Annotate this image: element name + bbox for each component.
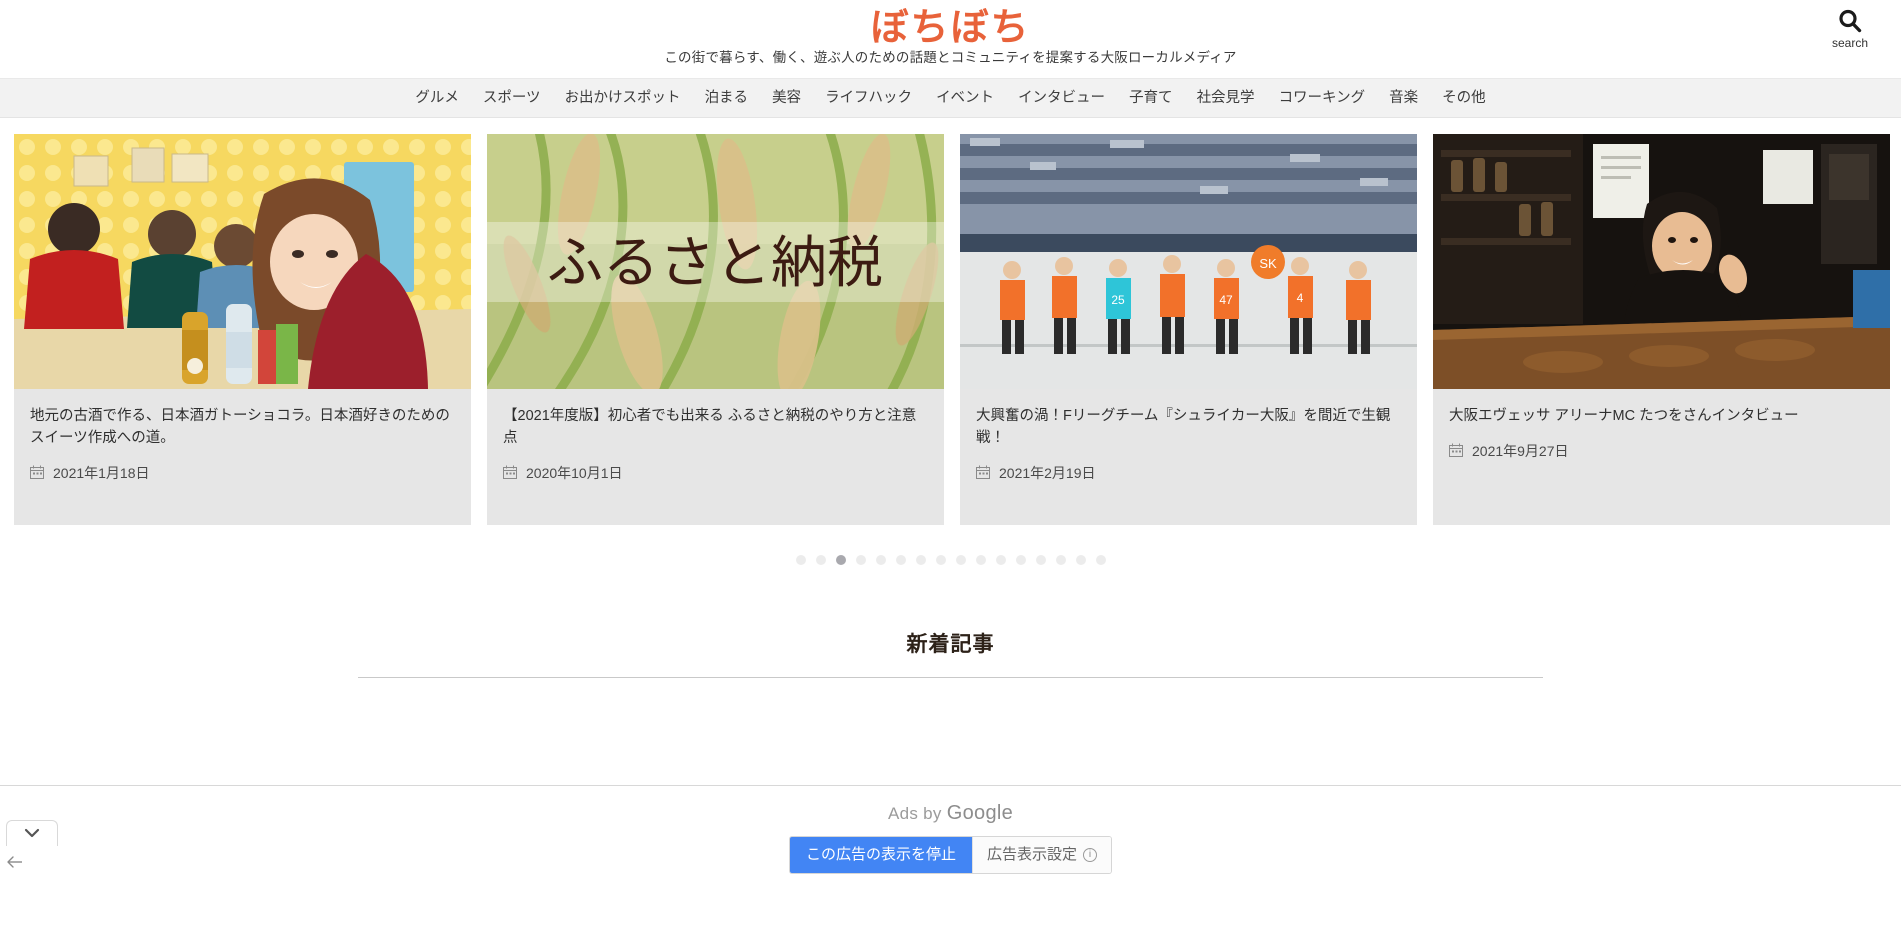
ad-action-buttons: この広告の表示を停止 広告表示設定 i — [789, 837, 1112, 873]
stop-ad-button[interactable]: この広告の表示を停止 — [789, 837, 972, 873]
slide-title[interactable]: 大興奮の渦！Fリーグチーム『シュライカー大阪』を間近で生観戦！ — [976, 405, 1401, 449]
search-icon — [1837, 8, 1863, 34]
google-wordmark: Google — [946, 802, 1014, 824]
ad-settings-label: 広告表示設定 — [987, 846, 1078, 863]
nav-item-sonota[interactable]: その他 — [1430, 79, 1498, 117]
carousel-dot[interactable] — [975, 555, 986, 565]
slide-meta: 2021年9月27日 — [1449, 441, 1874, 461]
slide-meta: 2021年2月19日 — [976, 463, 1401, 483]
nav-item-lifehack[interactable]: ライフハック — [813, 79, 924, 117]
featured-carousel: 地元の古酒で作る、日本酒ガトーショコラ。日本酒好きのためのスイーツ作成への道。 — [0, 118, 1901, 573]
carousel-dot[interactable] — [855, 555, 866, 565]
slide-date: 2021年9月27日 — [1472, 443, 1569, 459]
carousel-dot[interactable] — [935, 555, 946, 565]
slide-image-overlay-text: ふるさと納税 — [547, 233, 883, 295]
nav-item-kosodate[interactable]: 子育て — [1117, 79, 1185, 117]
section-heading: 新着記事 — [906, 633, 995, 656]
nav-item-coworking[interactable]: コワーキング — [1267, 79, 1378, 117]
section-divider — [358, 677, 1543, 678]
nav-item-sports[interactable]: スポーツ — [471, 79, 553, 117]
calendar-icon — [503, 465, 517, 482]
slide-meta: 2021年1月18日 — [30, 463, 455, 483]
slide-body: 【2021年度版】初心者でも出来る ふるさと納税のやり方と注意点 2020年10… — [487, 389, 944, 525]
slide-date: 2020年10月1日 — [526, 465, 623, 481]
slide-meta: 2020年10月1日 — [503, 463, 928, 483]
carousel-slide[interactable]: SK 25 47 4 大興奮の渦！Fリーグチーム『シュライカー大阪』を間近で生観… — [960, 134, 1417, 525]
ads-by-prefix: Ads by — [887, 804, 942, 823]
ads-by-google-label: Ads by Google — [888, 802, 1013, 825]
slide-date: 2021年2月19日 — [999, 465, 1096, 481]
google-ad-overlay: Ads by Google この広告の表示を停止 広告表示設定 i — [0, 785, 1901, 933]
nav-item-tomaru[interactable]: 泊まる — [693, 79, 761, 117]
svg-text:4: 4 — [1297, 291, 1304, 305]
carousel-dot[interactable] — [895, 555, 906, 565]
carousel-dot[interactable] — [1075, 555, 1086, 565]
calendar-icon — [976, 465, 990, 482]
slide-body: 地元の古酒で作る、日本酒ガトーショコラ。日本酒好きのためのスイーツ作成への道。 — [14, 389, 471, 525]
calendar-icon — [30, 465, 44, 482]
carousel-dot[interactable] — [1095, 555, 1106, 565]
slide-thumbnail[interactable] — [14, 134, 471, 389]
ad-settings-button[interactable]: 広告表示設定 i — [972, 837, 1112, 873]
nav-item-biyou[interactable]: 美容 — [760, 79, 813, 117]
svg-text:25: 25 — [1111, 293, 1125, 307]
carousel-dot[interactable] — [1035, 555, 1046, 565]
nav-item-ongaku[interactable]: 音楽 — [1377, 79, 1430, 117]
nav-item-shakaikengaku[interactable]: 社会見学 — [1185, 79, 1267, 117]
carousel-pagination — [0, 525, 1901, 573]
main-navigation: グルメ スポーツ お出かけスポット 泊まる 美容 ライフハック イベント インタ… — [0, 78, 1901, 118]
search-label: search — [1831, 36, 1869, 50]
carousel-dot[interactable] — [955, 555, 966, 565]
slide-thumbnail[interactable]: SK 25 47 4 — [960, 134, 1417, 389]
arrow-left-icon — [6, 855, 24, 874]
slide-title[interactable]: 地元の古酒で作る、日本酒ガトーショコラ。日本酒好きのためのスイーツ作成への道。 — [30, 405, 455, 449]
carousel-track: 地元の古酒で作る、日本酒ガトーショコラ。日本酒好きのためのスイーツ作成への道。 — [0, 134, 1901, 525]
slide-title[interactable]: 大阪エヴェッサ アリーナMC たつをさんインタビュー — [1449, 405, 1874, 427]
carousel-slide[interactable]: 大阪エヴェッサ アリーナMC たつをさんインタビュー 2021年9月27日 — [1433, 134, 1890, 525]
svg-text:SK: SK — [1259, 256, 1277, 271]
calendar-icon — [1449, 443, 1463, 460]
slide-body: 大興奮の渦！Fリーグチーム『シュライカー大阪』を間近で生観戦！ 2021年2月1… — [960, 389, 1417, 525]
back-navigation-arrow[interactable] — [2, 853, 28, 875]
site-logo[interactable]: ぼちぼち — [870, 6, 1030, 48]
page-root: ぼちぼち この街で暮らす、働く、遊ぶ人のための話題とコミュニティを提案する大阪ロ… — [0, 0, 1901, 933]
search-button[interactable]: search — [1821, 8, 1879, 50]
info-icon: i — [1083, 848, 1098, 862]
site-tagline: この街で暮らす、働く、遊ぶ人のための話題とコミュニティを提案する大阪ローカルメデ… — [664, 50, 1237, 65]
latest-articles-section: 新着記事 — [0, 573, 1901, 678]
expand-panel-tab[interactable] — [6, 820, 58, 846]
carousel-dot[interactable] — [795, 555, 806, 565]
chevron-down-icon — [24, 825, 40, 843]
site-header: ぼちぼち この街で暮らす、働く、遊ぶ人のための話題とコミュニティを提案する大阪ロ… — [0, 0, 1901, 78]
svg-text:47: 47 — [1219, 293, 1233, 307]
carousel-dot[interactable] — [995, 555, 1006, 565]
carousel-dot[interactable] — [915, 555, 926, 565]
slide-title[interactable]: 【2021年度版】初心者でも出来る ふるさと納税のやり方と注意点 — [503, 405, 928, 449]
nav-item-odekake[interactable]: お出かけスポット — [553, 79, 693, 117]
slide-body: 大阪エヴェッサ アリーナMC たつをさんインタビュー 2021年9月27日 — [1433, 389, 1890, 525]
carousel-dot[interactable] — [1015, 555, 1026, 565]
ad-overlay-inner: Ads by Google この広告の表示を停止 広告表示設定 i — [0, 786, 1901, 873]
carousel-dot[interactable] — [815, 555, 826, 565]
nav-item-interview[interactable]: インタビュー — [1006, 79, 1117, 117]
slide-thumbnail[interactable] — [1433, 134, 1890, 389]
carousel-slide[interactable]: 地元の古酒で作る、日本酒ガトーショコラ。日本酒好きのためのスイーツ作成への道。 — [14, 134, 471, 525]
carousel-slide[interactable]: ふるさと納税 【2021年度版】初心者でも出来る ふるさと納税のやり方と注意点 — [487, 134, 944, 525]
slide-thumbnail[interactable]: ふるさと納税 — [487, 134, 944, 389]
carousel-dot[interactable] — [835, 555, 846, 565]
carousel-dot[interactable] — [1055, 555, 1066, 565]
carousel-dot[interactable] — [875, 555, 886, 565]
nav-item-gourmet[interactable]: グルメ — [403, 79, 471, 117]
slide-date: 2021年1月18日 — [53, 465, 150, 481]
nav-item-event[interactable]: イベント — [924, 79, 1006, 117]
